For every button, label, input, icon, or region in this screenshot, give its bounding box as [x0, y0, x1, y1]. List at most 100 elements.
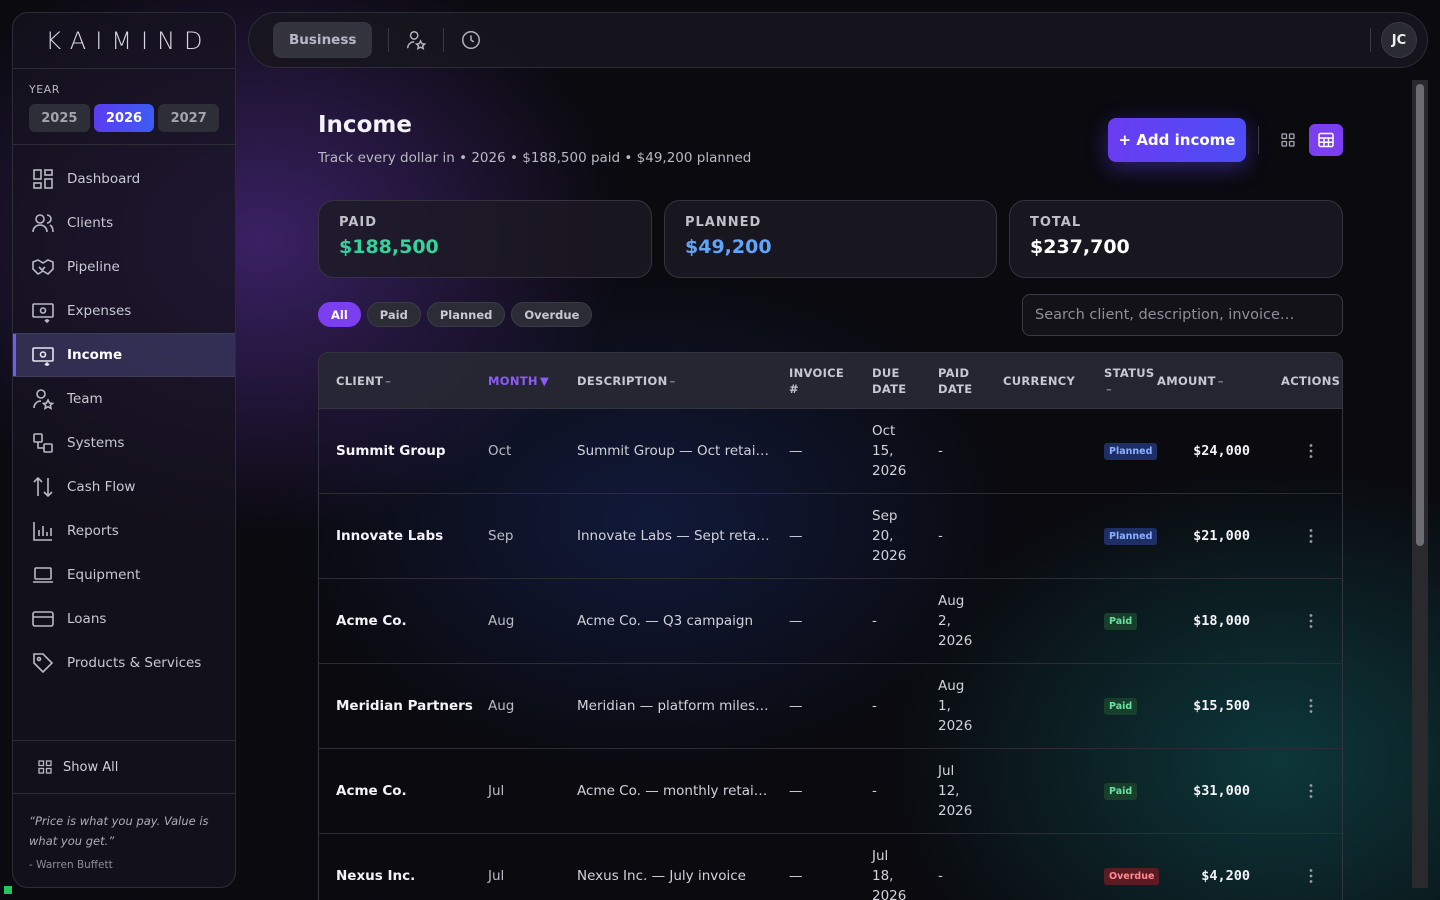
sidebar-item-label: Systems	[67, 435, 125, 451]
description-text: Acme Co. — monthly retai…	[577, 783, 768, 799]
invoice-value: —	[789, 783, 803, 799]
sidebar-item-expenses[interactable]: Expenses	[13, 289, 235, 333]
table-row[interactable]: Acme Co. Jul Acme Co. — monthly retai… — - Ju…	[319, 749, 1342, 834]
quote-text: “Price is what you pay. Value is what yo…	[29, 814, 209, 848]
card-label: TOTAL	[1030, 215, 1082, 230]
search-input[interactable]	[1022, 294, 1343, 336]
sidebar-item-income[interactable]: Income	[13, 333, 235, 377]
date-line: -	[872, 613, 877, 629]
business-tab[interactable]: Business	[273, 22, 373, 58]
table-row[interactable]: Acme Co. Aug Acme Co. — Q3 campaign — - Aug 2,…	[319, 579, 1342, 664]
sort-indicator: –	[669, 374, 676, 388]
more-options-icon[interactable]	[1301, 526, 1321, 546]
cell-paid-date: -	[938, 834, 998, 900]
column-header-amount[interactable]: AMOUNT –	[1157, 353, 1250, 409]
column-header-status[interactable]: STATUS –	[1104, 353, 1154, 409]
sidebar-item-cash-flow[interactable]: Cash Flow	[13, 465, 235, 509]
year-button-2026[interactable]: 2026	[93, 104, 155, 132]
filter-all[interactable]: All	[318, 302, 361, 327]
filter-overdue[interactable]: Overdue	[511, 302, 593, 327]
date-line: -	[872, 698, 877, 714]
sidebar-item-loans[interactable]: Loans	[13, 597, 235, 641]
column-header-currency[interactable]: CURRENCY	[1003, 353, 1098, 409]
filter-planned[interactable]: Planned	[426, 302, 506, 327]
column-header-due-date[interactable]: DUE DATE	[872, 353, 932, 409]
more-options-icon[interactable]	[1301, 781, 1321, 801]
amount-value: $15,500	[1193, 698, 1250, 714]
more-options-icon[interactable]	[1301, 696, 1321, 716]
column-header-invoice[interactable]: INVOICE #	[789, 353, 859, 409]
cell-client: Summit Group	[336, 409, 486, 493]
more-options-icon[interactable]	[1301, 866, 1321, 886]
cell-due-date: -	[872, 664, 932, 748]
sort-indicator: –	[385, 374, 392, 388]
column-header-label: DESCRIPTION –	[577, 373, 676, 389]
table-row[interactable]: Nexus Inc. Jul Nexus Inc. — July invoice — J…	[319, 834, 1342, 900]
column-header-label: DUE DATE	[872, 365, 906, 397]
filter-paid[interactable]: Paid	[366, 302, 421, 327]
cell-invoice: —	[789, 494, 859, 578]
column-header-description[interactable]: DESCRIPTION –	[577, 353, 777, 409]
column-header-paid-date[interactable]: PAID DATE	[938, 353, 998, 409]
invoice-value: —	[789, 868, 803, 884]
sidebar-item-dashboard[interactable]: Dashboard	[13, 157, 235, 201]
sidebar-item-label: Equipment	[67, 567, 141, 583]
card-value: $188,500	[339, 236, 439, 258]
description-text: Summit Group — Oct retai…	[577, 443, 769, 459]
column-header-label: MONTH ▼	[488, 373, 549, 389]
column-header-client[interactable]: CLIENT –	[336, 353, 486, 409]
grid-icon	[37, 759, 53, 775]
sort-indicator: ▼	[539, 374, 549, 388]
sidebar-item-products-services[interactable]: Products & Services	[13, 641, 235, 685]
date-line: 15,	[872, 443, 894, 459]
grid-view-icon[interactable]	[1274, 126, 1302, 154]
expense-icon	[31, 299, 55, 323]
cell-paid-date: Aug 2, 2026	[938, 579, 998, 663]
table-row[interactable]: Summit Group Oct Summit Group — Oct retai……	[319, 409, 1342, 494]
table-row[interactable]: Innovate Labs Sep Innovate Labs — Sept ret…	[319, 494, 1342, 579]
app-logo[interactable]: KAIMIND	[36, 27, 211, 55]
table-view-icon[interactable]	[1309, 124, 1343, 156]
cell-currency	[1003, 664, 1098, 748]
description-text: Nexus Inc. — July invoice	[577, 868, 746, 884]
user-star-icon[interactable]	[405, 29, 427, 51]
header-text: ACTIONS	[1281, 374, 1341, 388]
avatar[interactable]: JC	[1381, 22, 1417, 58]
cell-currency	[1003, 494, 1098, 578]
date-line: -	[872, 783, 877, 799]
sidebar-item-pipeline[interactable]: Pipeline	[13, 245, 235, 289]
cell-currency	[1003, 409, 1098, 493]
date-line: -	[938, 868, 943, 884]
cell-status: Paid	[1104, 664, 1154, 748]
more-options-icon[interactable]	[1301, 611, 1321, 631]
sidebar-item-clients[interactable]: Clients	[13, 201, 235, 245]
page-subtitle: Track every dollar in • 2026 • $188,500 …	[318, 150, 752, 166]
column-header-actions[interactable]: ACTIONS	[1281, 353, 1341, 409]
sidebar-item-reports[interactable]: Reports	[13, 509, 235, 553]
status-badge: Planned	[1104, 527, 1158, 545]
year-button-2027[interactable]: 2027	[158, 104, 220, 132]
scrollbar-thumb[interactable]	[1416, 84, 1424, 546]
month-value: Aug	[488, 698, 515, 714]
add-income-button[interactable]: + Add income	[1108, 118, 1246, 162]
due-date-value: -	[872, 696, 877, 716]
date-line: 12,	[938, 783, 960, 799]
show-all-button[interactable]: Show All	[13, 740, 235, 794]
users-icon	[31, 211, 55, 235]
column-header-month[interactable]: MONTH ▼	[488, 353, 573, 409]
sidebar-item-team[interactable]: Team	[13, 377, 235, 421]
year-button-2025[interactable]: 2025	[29, 104, 90, 132]
more-options-icon[interactable]	[1301, 441, 1321, 461]
sidebar-item-systems[interactable]: Systems	[13, 421, 235, 465]
cell-client: Acme Co.	[336, 749, 486, 833]
cell-month: Aug	[488, 664, 573, 748]
cell-paid-date: -	[938, 494, 998, 578]
scrollbar[interactable]	[1412, 80, 1428, 888]
clock-icon[interactable]	[460, 29, 482, 51]
sidebar-item-equipment[interactable]: Equipment	[13, 553, 235, 597]
cell-client: Innovate Labs	[336, 494, 486, 578]
column-header-label: ACTIONS	[1281, 373, 1340, 389]
table-row[interactable]: Meridian Partners Aug Meridian — platform …	[319, 664, 1342, 749]
cell-month: Aug	[488, 579, 573, 663]
status-badge: Planned	[1104, 442, 1158, 460]
